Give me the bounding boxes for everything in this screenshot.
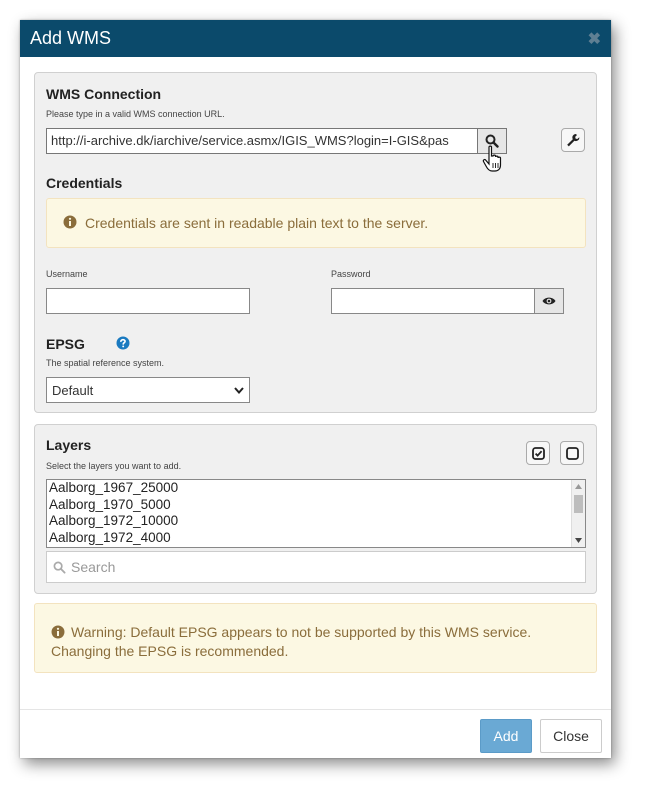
credentials-alert: Credentials are sent in readable plain t… bbox=[46, 198, 586, 248]
info-circle-icon bbox=[51, 625, 65, 639]
question-circle-icon[interactable] bbox=[116, 336, 130, 350]
select-all-button[interactable] bbox=[526, 441, 550, 465]
show-password-button[interactable] bbox=[534, 288, 564, 314]
settings-button[interactable] bbox=[561, 128, 585, 152]
warning-line-2: Changing the EPSG is recommended. bbox=[51, 643, 289, 659]
warning-line-1: Warning: Default EPSG appears to not be … bbox=[71, 624, 532, 640]
epsg-selected-value: Default bbox=[52, 382, 94, 398]
layers-panel: Layers Select the layers you want to add… bbox=[34, 424, 597, 594]
list-item[interactable]: Aalborg_1972_4000 bbox=[47, 530, 585, 547]
footer-divider bbox=[20, 709, 611, 710]
dialog-titlebar: Add WMS ✖ bbox=[20, 20, 611, 57]
list-item[interactable]: Aalborg_1967_25000 bbox=[47, 480, 585, 497]
connection-panel: WMS Connection Please type in a valid WM… bbox=[34, 72, 597, 413]
credentials-alert-text: Credentials are sent in readable plain t… bbox=[85, 215, 429, 231]
scrollbar-thumb[interactable] bbox=[574, 495, 583, 513]
epsg-warning-alert: Warning: Default EPSG appears to not be … bbox=[34, 603, 597, 673]
password-label: Password bbox=[331, 269, 371, 279]
listbox-scrollbar[interactable] bbox=[571, 480, 585, 547]
close-icon[interactable]: ✖ bbox=[588, 29, 601, 49]
layer-search-input[interactable]: Search bbox=[46, 551, 586, 583]
layer-search-placeholder: Search bbox=[71, 559, 116, 575]
wrench-icon bbox=[567, 134, 580, 147]
layers-hint: Select the layers you want to add. bbox=[46, 461, 182, 471]
dialog-title: Add WMS bbox=[30, 28, 112, 48]
epsg-select[interactable]: Default bbox=[46, 377, 250, 403]
warning-text: Warning: Default EPSG appears to not be … bbox=[51, 623, 531, 661]
add-button[interactable]: Add bbox=[480, 719, 532, 753]
info-circle-icon bbox=[63, 215, 77, 229]
credentials-heading: Credentials bbox=[46, 175, 123, 191]
wms-url-input[interactable]: http://i-archive.dk/iarchive/service.asm… bbox=[46, 128, 478, 154]
scroll-up-icon[interactable] bbox=[575, 484, 582, 489]
epsg-heading: EPSG bbox=[46, 336, 85, 352]
list-item[interactable]: Aalborg_1970_5000 bbox=[47, 497, 585, 514]
close-button[interactable]: Close bbox=[540, 719, 602, 753]
epsg-hint: The spatial reference system. bbox=[46, 358, 165, 368]
square-icon bbox=[565, 446, 579, 460]
username-field[interactable] bbox=[46, 288, 250, 314]
list-item[interactable]: Aalborg_1972_10000 bbox=[47, 513, 585, 530]
hand-cursor-icon bbox=[482, 145, 502, 172]
add-wms-dialog: Add WMS ✖ WMS Connection Please type in … bbox=[20, 20, 611, 758]
check-square-icon bbox=[531, 446, 545, 460]
search-icon bbox=[53, 561, 66, 574]
wms-connection-heading: WMS Connection bbox=[46, 86, 162, 102]
deselect-all-button[interactable] bbox=[560, 441, 584, 465]
layers-heading: Layers bbox=[46, 437, 92, 453]
password-field[interactable] bbox=[331, 288, 535, 314]
scroll-down-icon[interactable] bbox=[575, 538, 582, 543]
chevron-down-icon bbox=[234, 386, 244, 394]
wms-connection-hint: Please type in a valid WMS connection UR… bbox=[46, 109, 225, 119]
layers-listbox[interactable]: Aalborg_1967_25000 Aalborg_1970_5000 Aal… bbox=[46, 479, 586, 548]
username-label: Username bbox=[46, 269, 88, 279]
eye-icon bbox=[542, 297, 556, 305]
